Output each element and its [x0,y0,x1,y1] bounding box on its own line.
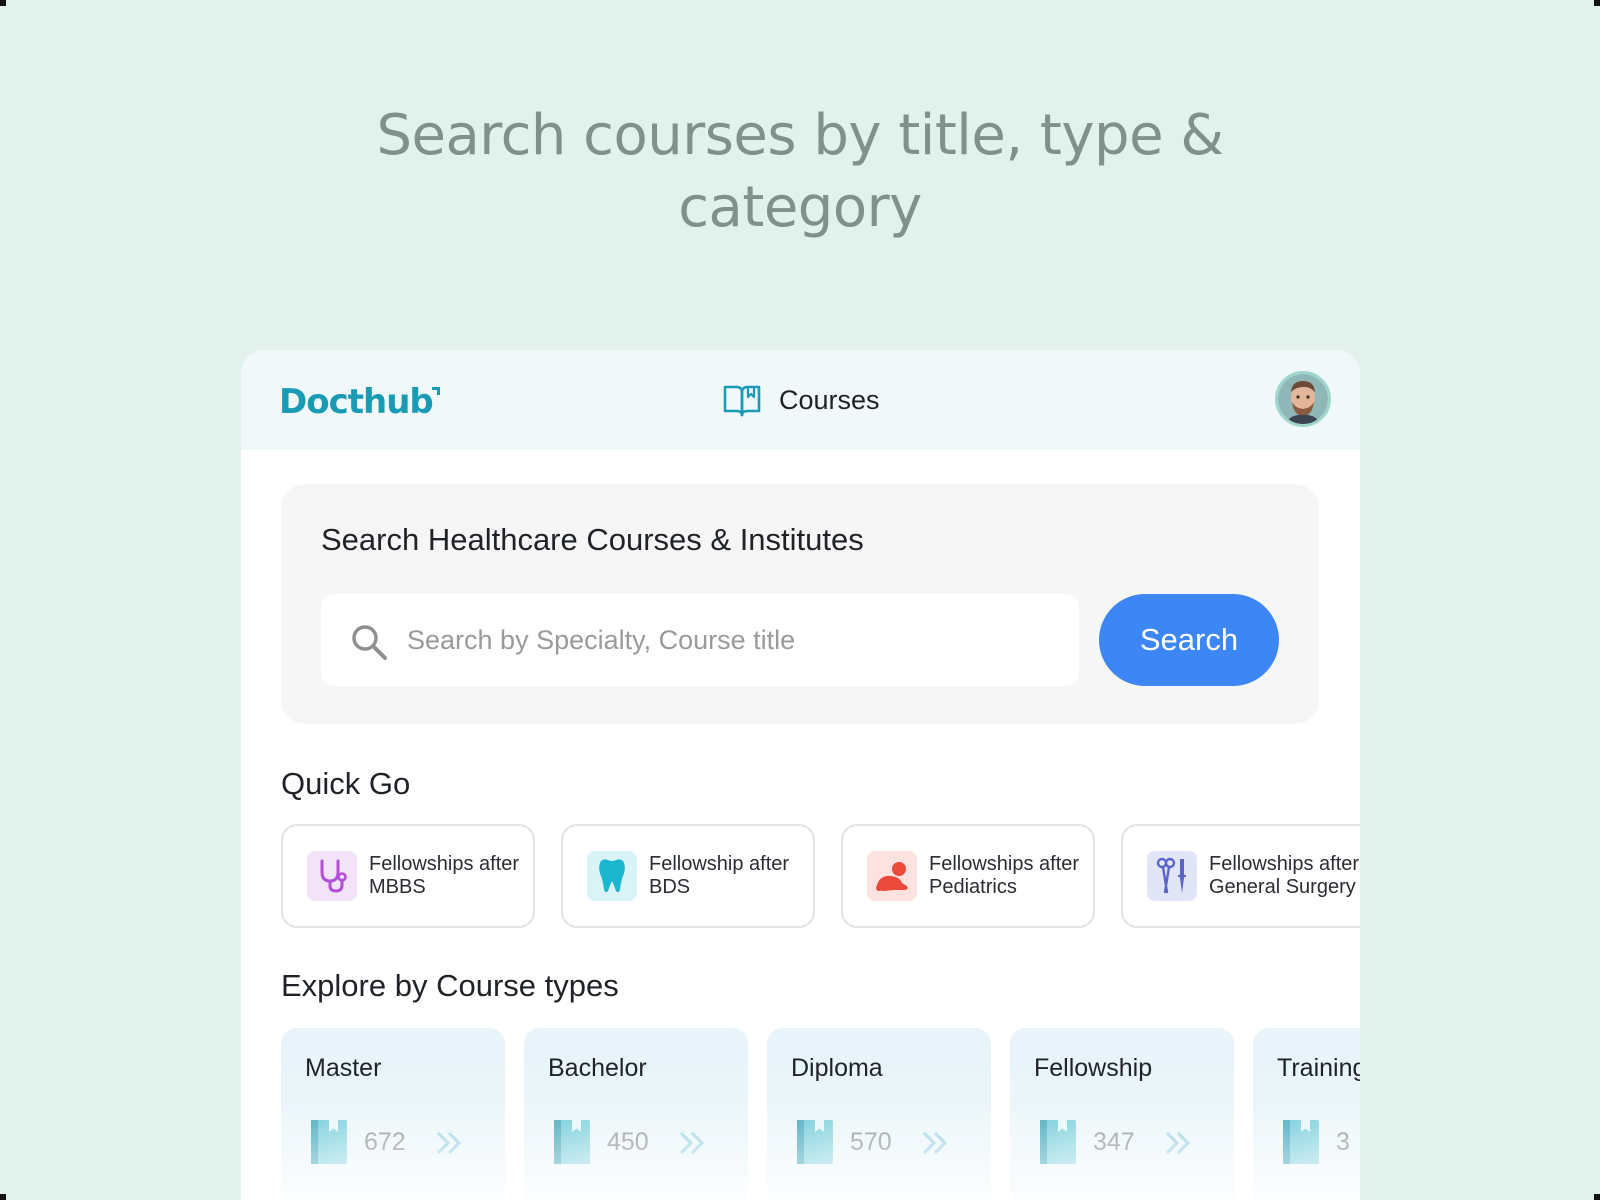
corner-mark [0,0,6,6]
app-window: Docthub Courses Search Healthcare Course… [241,350,1360,1200]
course-type-label: Bachelor [548,1054,647,1082]
avatar-image [1278,374,1328,424]
course-type-card-bachelor[interactable]: Bachelor 450 [524,1028,748,1200]
course-type-card-training[interactable]: Training 3 [1253,1028,1360,1200]
course-type-card-diploma[interactable]: Diploma 570 [767,1028,991,1200]
search-panel: Search Healthcare Courses & Institutes S… [281,484,1319,724]
course-type-label: Training [1277,1054,1360,1082]
nav-courses[interactable]: Courses [722,382,880,418]
book-icon [1040,1120,1076,1164]
chevron-double-right-icon[interactable] [679,1131,707,1155]
book-icon [1283,1120,1319,1164]
book-open-icon [723,385,761,417]
top-bar: Docthub Courses [241,350,1360,450]
course-type-label: Diploma [791,1054,883,1082]
quick-go-item-mbbs[interactable]: Fellowships after MBBS [281,824,535,928]
course-count: 570 [850,1128,892,1156]
chevron-double-right-icon[interactable] [922,1131,950,1155]
quick-go-item-bds[interactable]: Fellowship after BDS [561,824,815,928]
quick-go-item-pediatrics[interactable]: Fellowships after Pediatrics [841,824,1095,928]
course-types-title: Explore by Course types [281,968,619,1003]
nav-courses-label: Courses [779,384,880,415]
search-input[interactable] [407,614,1047,666]
baby-icon [867,851,917,901]
course-count: 450 [607,1128,649,1156]
course-type-label: Master [305,1054,382,1082]
book-icon [797,1120,833,1164]
quick-go-label: Fellowships after General Surgery [1209,853,1360,898]
logo-mark-icon [432,387,440,395]
corner-mark [1594,0,1600,6]
tooth-icon [587,851,637,901]
course-count: 347 [1093,1128,1135,1156]
corner-mark [1594,1194,1600,1200]
course-count: 672 [364,1128,406,1156]
course-type-label: Fellowship [1034,1054,1153,1082]
corner-mark [0,1194,6,1200]
quick-go-label: Fellowships after MBBS [369,853,520,898]
search-panel-title: Search Healthcare Courses & Institutes [321,522,864,557]
course-type-card-master[interactable]: Master 672 [281,1028,505,1200]
headline-line-1: Search courses by title, type & [376,103,1224,168]
chevron-double-right-icon[interactable] [436,1131,464,1155]
quick-go-label: Fellowship after BDS [649,853,790,898]
course-count: 3 [1336,1128,1350,1156]
page-headline: Search courses by title, type & category [0,100,1600,244]
quick-go-label: Fellowships after Pediatrics [929,853,1080,898]
chevron-double-right-icon[interactable] [1165,1131,1193,1155]
docthub-logo[interactable]: Docthub [279,382,434,422]
user-avatar[interactable] [1275,371,1331,427]
surgical-tools-icon [1147,851,1197,901]
search-box[interactable] [321,594,1079,686]
search-button[interactable]: Search [1099,594,1279,686]
stethoscope-icon [307,851,357,901]
book-icon [554,1120,590,1164]
quick-go-title: Quick Go [281,766,411,801]
quick-go-item-general-surgery[interactable]: Fellowships after General Surgery [1121,824,1360,928]
book-icon [311,1120,347,1164]
course-type-card-fellowship[interactable]: Fellowship 347 [1010,1028,1234,1200]
search-icon [352,625,387,660]
headline-line-2: category [678,175,922,240]
